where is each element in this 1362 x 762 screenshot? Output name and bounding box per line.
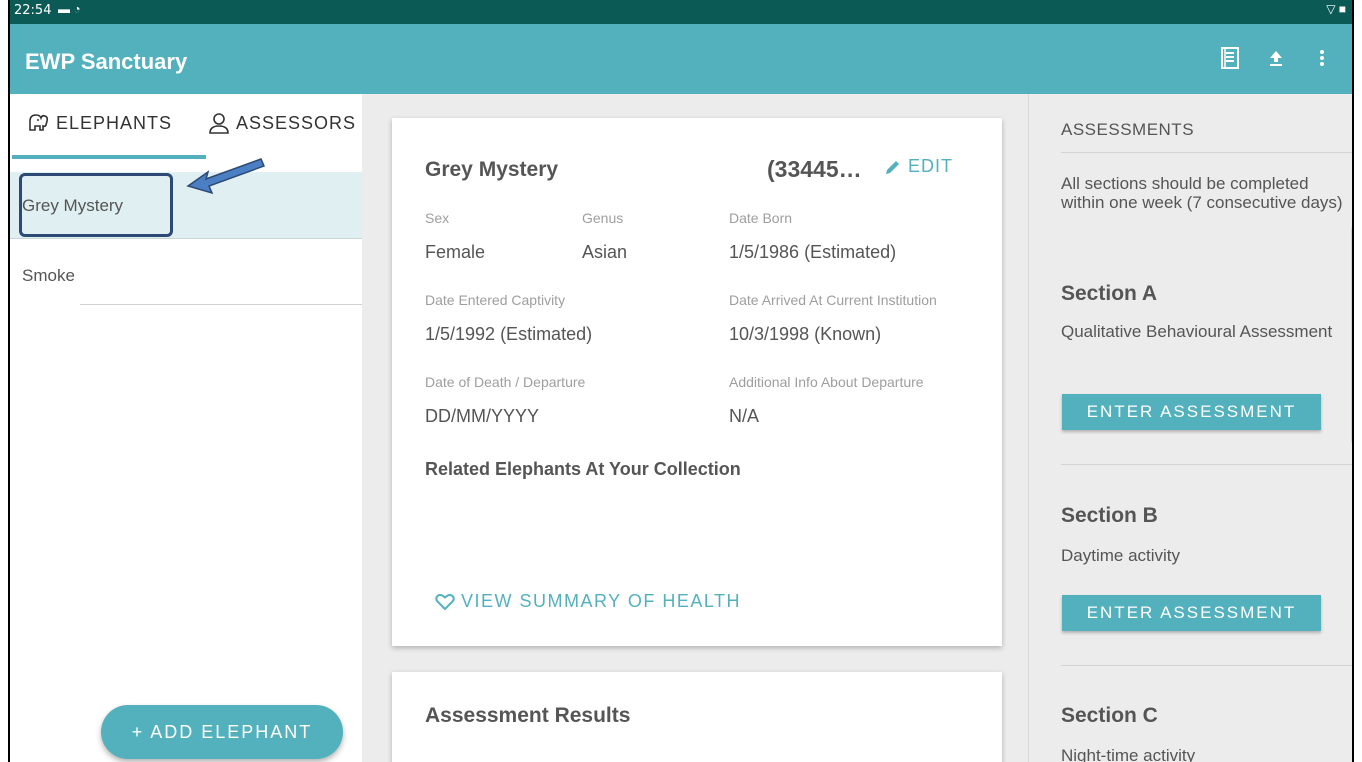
tab-indicator [12,155,206,159]
view-summary-button[interactable]: VIEW SUMMARY OF HEALTH [435,591,741,612]
notification-icons: ▬ ◔ [58,2,81,16]
assessments-panel: ASSESSMENTS All sections should be compl… [1028,94,1352,762]
app-bar-actions [1220,46,1332,70]
sex-label: Sex [425,210,450,226]
tab-assessors-label: ASSESSORS [236,112,357,133]
edit-label: EDIT [908,156,954,176]
upload-icon[interactable] [1266,46,1286,70]
section-a-description: Qualitative Behavioural Assessment [1061,322,1333,341]
assessments-note: All sections should be completed within … [1061,174,1343,212]
genus-label: Genus [582,210,624,226]
sex-value: Female [425,242,486,262]
date-entered-label: Date Entered Captivity [425,292,566,308]
additional-info-value: N/A [729,406,760,426]
list-divider [80,304,362,305]
more-vert-icon[interactable] [1312,46,1332,70]
date-born-value: 1/5/1986 (Estimated) [729,242,897,262]
notebook-icon[interactable] [1220,46,1240,70]
list-item-smoke[interactable]: Smoke [10,240,362,304]
scroll-indicator[interactable] [1351,224,1352,446]
elephant-detail-card: Grey Mystery (33445… EDIT Sex Genus Date… [392,118,1002,646]
tab-bar: ELEPHANTS ASSESSORS [10,94,362,160]
divider [1061,152,1352,153]
tab-elephants-label: ELEPHANTS [56,112,173,133]
pencil-icon [886,160,899,174]
date-death-value: DD/MM/YYYY [425,406,540,426]
view-summary-label: VIEW SUMMARY OF HEALTH [461,591,742,611]
person-icon [209,113,229,134]
additional-info-label: Additional Info About Departure [729,374,924,390]
section-b-description: Daytime activity [1061,546,1181,565]
annotation-highlight-box [19,173,173,237]
section-a-title: Section A [1061,282,1158,305]
detail-panel: Grey Mystery (33445… EDIT Sex Genus Date… [362,94,1028,762]
elephant-icon [29,114,49,131]
date-born-label: Date Born [729,210,793,226]
app-title: EWP Sanctuary [25,49,188,74]
heart-icon [435,593,455,610]
add-elephant-button[interactable]: + ADD ELEPHANT [101,705,343,759]
edit-button[interactable]: EDIT [884,156,953,177]
section-c-description: Night-time activity [1061,746,1196,762]
date-entered-value: 1/5/1992 (Estimated) [425,324,593,344]
genus-value: Asian [582,242,628,262]
related-elephants-heading: Related Elephants At Your Collection [425,459,741,479]
assessment-results-title: Assessment Results [425,704,631,727]
elephant-name: Grey Mystery [425,158,559,181]
app-frame: 22:54 ▬ ◔ ▽ ■ EWP Sanctuary ELEPHANTS AS… [8,0,1354,762]
status-bar: 22:54 ▬ ◔ ▽ ■ [10,0,1352,24]
divider [1061,665,1352,666]
status-time: 22:54 [14,3,52,18]
enter-assessment-b-button[interactable]: ENTER ASSESSMENT [1062,595,1321,631]
date-death-label: Date of Death / Departure [425,374,586,390]
assessment-results-card: Assessment Results [392,672,1002,762]
divider [1061,464,1352,465]
date-arrived-label: Date Arrived At Current Institution [729,292,937,308]
section-b-title: Section B [1061,504,1158,527]
app-bar: EWP Sanctuary [10,24,1352,94]
section-c-title: Section C [1061,704,1158,727]
tab-assessors[interactable]: ASSESSORS [208,112,356,134]
list-item-label: Smoke [22,266,75,285]
annotation-arrow-icon [186,158,266,195]
elephant-id: (33445… [767,156,862,182]
enter-assessment-a-button[interactable]: ENTER ASSESSMENT [1062,394,1321,430]
date-arrived-value: 10/3/1998 (Known) [729,324,882,344]
battery-icon: ▽ ■ [1326,2,1346,16]
tab-elephants[interactable]: ELEPHANTS [26,112,172,134]
assessments-heading: ASSESSMENTS [1061,120,1195,139]
